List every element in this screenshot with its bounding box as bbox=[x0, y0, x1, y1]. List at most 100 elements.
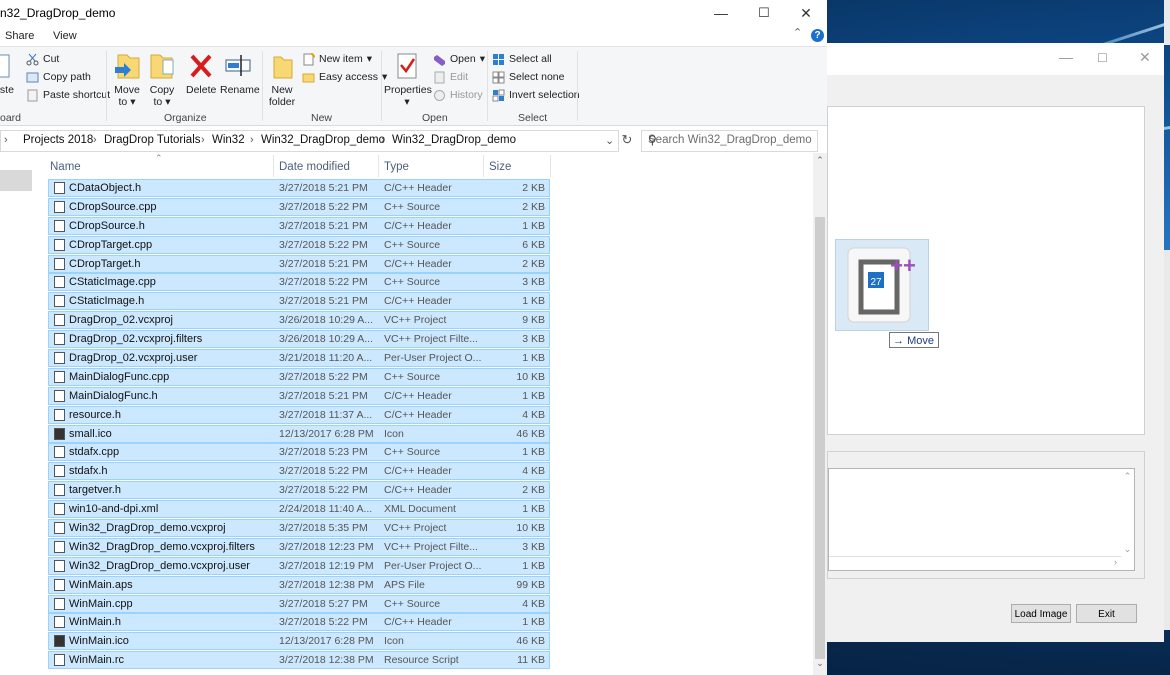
file-row[interactable]: CDataObject.h 3/27/2018 5:21 PM C/C++ Head… bbox=[48, 179, 550, 197]
maximize-icon[interactable]: ☐ bbox=[1097, 51, 1108, 65]
paste-shortcut-label: Paste shortcut bbox=[43, 89, 111, 101]
cut-button[interactable]: Cut bbox=[26, 51, 59, 67]
maximize-icon[interactable]: ☐ bbox=[742, 0, 786, 26]
properties-button[interactable]: Properties ▾ bbox=[384, 51, 432, 108]
file-row[interactable]: WinMain.aps 3/27/2018 12:38 PM APS File 99 … bbox=[48, 575, 550, 594]
file-row[interactable]: resource.h 3/27/2018 11:37 A... C/C++ Head… bbox=[48, 405, 550, 424]
copy-to-button[interactable]: Copy to ▾ bbox=[147, 51, 177, 108]
scroll-down-icon[interactable]: ⌄ bbox=[814, 658, 826, 672]
file-row[interactable]: DragDrop_02.vcxproj.filters 3/26/2018 10:… bbox=[48, 330, 550, 349]
delete-button[interactable]: Delete bbox=[186, 51, 216, 96]
new-item-label: New item bbox=[319, 53, 363, 65]
select-all-button[interactable]: Select all bbox=[492, 51, 552, 67]
chevron-right-icon[interactable]: › bbox=[201, 134, 205, 146]
scroll-up-icon[interactable]: ⌃ bbox=[814, 155, 826, 169]
easy-access-button[interactable]: Easy access ▾ bbox=[302, 69, 387, 85]
ribbon-separator bbox=[106, 51, 107, 121]
breadcrumb-item[interactable]: Win32_DragDrop_demo bbox=[261, 134, 385, 146]
rename-button[interactable]: Rename bbox=[220, 51, 260, 96]
paste-button[interactable]: aste bbox=[0, 51, 14, 96]
move-to-button[interactable]: Move to ▾ bbox=[112, 51, 142, 108]
scrollbar-thumb[interactable] bbox=[815, 217, 825, 659]
paste-shortcut-button[interactable]: Paste shortcut bbox=[26, 87, 110, 103]
chevron-right-icon[interactable]: › bbox=[381, 134, 385, 146]
file-row[interactable]: WinMain.ico 12/13/2017 6:28 PM Icon 46 KB bbox=[48, 632, 550, 651]
file-row[interactable]: Win32_DragDrop_demo.vcxproj.user 3/27/201… bbox=[48, 556, 550, 575]
vertical-scrollbar[interactable]: ⌃ ⌄ bbox=[1121, 469, 1134, 569]
log-text-area[interactable]: ⌃ ⌄ › bbox=[828, 468, 1135, 571]
file-row[interactable]: CDropSource.cpp 3/27/2018 5:22 PM C++ Sour… bbox=[48, 197, 550, 216]
minimize-icon[interactable]: — bbox=[1059, 49, 1073, 65]
history-button[interactable]: History bbox=[433, 87, 483, 103]
file-row[interactable]: DragDrop_02.vcxproj.user 3/21/2018 11:20 … bbox=[48, 349, 550, 368]
copy-path-button[interactable]: Copy path bbox=[26, 69, 91, 85]
file-date: 3/21/2018 11:20 A... bbox=[279, 352, 373, 365]
file-row[interactable]: WinMain.cpp 3/27/2018 5:27 PM C++ Source 4 … bbox=[48, 594, 550, 613]
ribbon-tabs: Share View bbox=[0, 26, 827, 46]
column-header-size[interactable]: Size bbox=[484, 153, 550, 179]
open-button[interactable]: Open ▾ bbox=[433, 51, 485, 67]
copy-to-label: Copy bbox=[149, 84, 175, 96]
nav-selected-item[interactable] bbox=[0, 170, 32, 191]
column-label: Type bbox=[384, 161, 409, 173]
copy-path-label: Copy path bbox=[43, 71, 91, 83]
breadcrumb-item[interactable]: Projects 2018 bbox=[23, 134, 93, 146]
vertical-scrollbar[interactable]: ⌃ ⌄ bbox=[813, 153, 827, 675]
cpp-file-icon bbox=[54, 238, 65, 251]
select-none-button[interactable]: Select none bbox=[492, 69, 564, 85]
tab-view[interactable]: View bbox=[53, 30, 77, 42]
file-row[interactable]: win10-and-dpi.xml 2/24/2018 11:40 A... XML… bbox=[48, 500, 550, 519]
help-icon[interactable]: ? bbox=[811, 29, 824, 42]
column-divider[interactable] bbox=[550, 155, 551, 177]
file-row[interactable]: stdafx.h 3/27/2018 5:22 PM C/C++ Header 4 K… bbox=[48, 462, 550, 481]
file-name: WinMain.h bbox=[69, 616, 121, 629]
file-type: Icon bbox=[384, 427, 404, 440]
chevron-right-icon[interactable]: › bbox=[93, 134, 97, 146]
file-row[interactable]: WinMain.rc 3/27/2018 12:38 PM Resource Scr… bbox=[48, 651, 550, 670]
chevron-right-icon[interactable]: › bbox=[250, 134, 254, 146]
edit-icon bbox=[433, 71, 446, 84]
breadcrumb-item[interactable]: Win32 bbox=[212, 134, 245, 146]
file-row[interactable]: CDropTarget.cpp 3/27/2018 5:22 PM C++ Sour… bbox=[48, 235, 550, 254]
refresh-icon[interactable]: ↻ bbox=[618, 130, 636, 150]
address-bar[interactable]: › Projects 2018 › DragDrop Tutorials › W… bbox=[0, 130, 619, 152]
exit-button[interactable]: Exit bbox=[1076, 604, 1137, 623]
column-header-type[interactable]: Type bbox=[379, 153, 484, 179]
tab-share[interactable]: Share bbox=[5, 30, 34, 42]
invert-selection-button[interactable]: Invert selection bbox=[492, 87, 580, 103]
load-image-button[interactable]: Load Image bbox=[1011, 604, 1071, 623]
file-row[interactable]: DragDrop_02.vcxproj 3/26/2018 10:29 A... V… bbox=[48, 311, 550, 330]
file-name: win10-and-dpi.xml bbox=[69, 503, 159, 516]
file-row[interactable]: MainDialogFunc.h 3/27/2018 5:21 PM C/C++ H… bbox=[48, 386, 550, 405]
breadcrumb-item[interactable]: Win32_DragDrop_demo bbox=[392, 134, 516, 146]
close-icon[interactable]: ✕ bbox=[1139, 49, 1151, 66]
column-header-name[interactable]: Name bbox=[44, 153, 274, 179]
file-row[interactable]: stdafx.cpp 3/27/2018 5:23 PM C++ Source 1 K… bbox=[48, 443, 550, 462]
file-row[interactable]: targetver.h 3/27/2018 5:22 PM C/C++ Header… bbox=[48, 481, 550, 500]
file-row[interactable]: CStaticImage.h 3/27/2018 5:21 PM C/C++ Hea… bbox=[48, 292, 550, 311]
file-row[interactable]: CStaticImage.cpp 3/27/2018 5:22 PM C++ Sou… bbox=[48, 273, 550, 292]
collapse-ribbon-icon[interactable]: ⌃ bbox=[793, 26, 802, 39]
search-input[interactable]: Search Win32_DragDrop_demo ⚲ bbox=[641, 130, 818, 152]
file-row[interactable]: MainDialogFunc.cpp 3/27/2018 5:22 PM C++ S… bbox=[48, 367, 550, 386]
edit-button[interactable]: Edit bbox=[433, 69, 468, 85]
minimize-icon[interactable]: — bbox=[699, 0, 743, 26]
file-row[interactable]: Win32_DragDrop_demo.vcxproj.filters 3/27/… bbox=[48, 537, 550, 556]
file-row[interactable]: WinMain.h 3/27/2018 5:22 PM C/C++ Header 1 … bbox=[48, 613, 550, 632]
horizontal-scrollbar[interactable]: › bbox=[829, 556, 1121, 570]
ribbon-separator bbox=[487, 51, 488, 121]
new-folder-button[interactable]: New folder bbox=[266, 51, 298, 108]
breadcrumb-item[interactable]: DragDrop Tutorials bbox=[104, 134, 201, 146]
column-header-date[interactable]: Date modified bbox=[274, 153, 379, 179]
file-row[interactable]: CDropTarget.h 3/27/2018 5:21 PM C/C++ Head… bbox=[48, 254, 550, 273]
dialog-titlebar: — ☐ ✕ bbox=[827, 43, 1164, 75]
file-row[interactable]: CDropSource.h 3/27/2018 5:21 PM C/C++ Head… bbox=[48, 216, 550, 235]
new-item-button[interactable]: New item ▾ bbox=[302, 51, 372, 67]
close-icon[interactable]: ✕ bbox=[784, 0, 827, 26]
chevron-down-icon[interactable]: ⌄ bbox=[605, 134, 614, 147]
paste-label: aste bbox=[0, 84, 14, 96]
file-size: 2 KB bbox=[522, 182, 545, 194]
file-row[interactable]: Win32_DragDrop_demo.vcxproj 3/27/2018 5:3… bbox=[48, 519, 550, 538]
navigation-pane bbox=[0, 153, 40, 675]
file-row[interactable]: small.ico 12/13/2017 6:28 PM Icon 46 KB bbox=[48, 424, 550, 443]
